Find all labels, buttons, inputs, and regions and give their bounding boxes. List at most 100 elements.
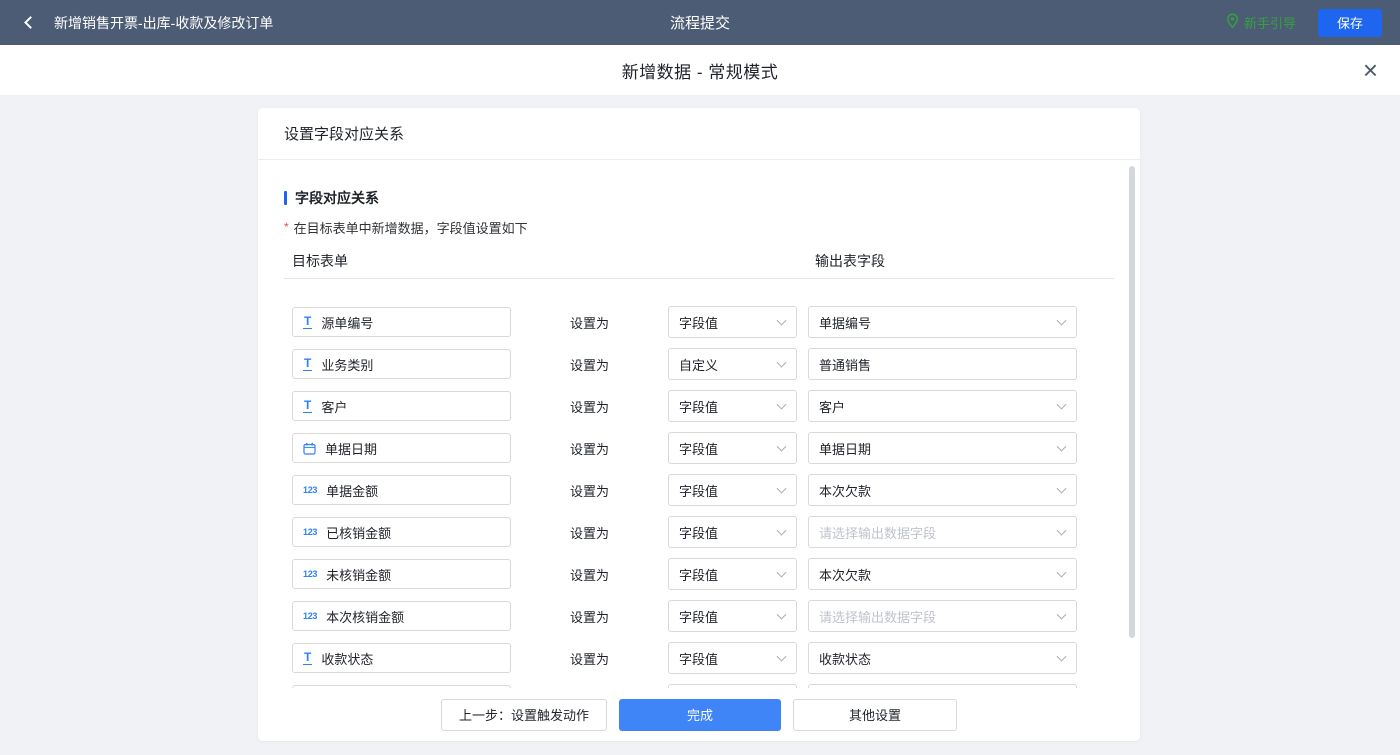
- target-field-label: 未核销金额: [326, 565, 391, 584]
- output-field-select[interactable]: 请选择输出数据字段: [808, 600, 1077, 632]
- value-mode-text: 自定义: [679, 355, 718, 374]
- target-field-label: 本次核销金额: [326, 607, 404, 626]
- topbar-right: 新手引导 保存: [1226, 9, 1382, 37]
- text-field-icon: T: [303, 357, 312, 371]
- field-mapping-row: T客户设置为字段值 客户: [292, 391, 1140, 421]
- value-mode-select[interactable]: 字段值: [668, 516, 797, 548]
- value-mode-text: 字段值: [679, 439, 718, 458]
- target-field-box: 123单据金额: [292, 475, 511, 505]
- value-mode-select[interactable]: 自定义: [668, 348, 797, 380]
- output-field-select[interactable]: 单据编号: [808, 306, 1077, 338]
- close-icon[interactable]: ×: [1363, 57, 1378, 83]
- chevron-down-icon: [777, 400, 787, 410]
- modal-header: 新增数据 - 常规模式 ×: [0, 45, 1400, 95]
- value-mode-select[interactable]: 字段值: [668, 558, 797, 590]
- accent-bar: [284, 191, 287, 205]
- output-field-select[interactable]: 客户: [808, 390, 1077, 422]
- chevron-down-icon: [1057, 568, 1067, 578]
- value-mode-text: 字段值: [679, 565, 718, 584]
- set-as-label: 设置为: [511, 565, 668, 584]
- output-field-text: 收款状态: [819, 649, 871, 668]
- text-field-icon: T: [303, 651, 312, 665]
- value-mode-select[interactable]: 字段值: [668, 390, 797, 422]
- beginner-guide-link[interactable]: 新手引导: [1226, 13, 1296, 32]
- value-mode-select[interactable]: 字段值: [668, 474, 797, 506]
- value-mode-text: 字段值: [679, 397, 718, 416]
- location-pin-icon: [1226, 13, 1239, 32]
- value-mode-select[interactable]: 字段值: [668, 432, 797, 464]
- chevron-down-icon: [777, 568, 787, 578]
- column-headers: 目标表单 输出表字段: [258, 251, 1140, 270]
- output-field-text: 请选择输出数据字段: [819, 607, 936, 626]
- output-field-text: 本次欠款: [819, 481, 871, 500]
- value-mode-text: 字段值: [679, 481, 718, 500]
- chevron-down-icon: [1057, 652, 1067, 662]
- set-as-label: 设置为: [511, 481, 668, 500]
- target-field-box: T收款状态: [292, 643, 511, 673]
- value-mode-select[interactable]: [668, 684, 797, 688]
- target-field-label: 业务类别: [321, 355, 373, 374]
- chevron-down-icon: [777, 316, 787, 326]
- chevron-down-icon: [777, 652, 787, 662]
- value-mode-select[interactable]: 字段值: [668, 306, 797, 338]
- value-mode-select[interactable]: 字段值: [668, 642, 797, 674]
- date-field-icon: [303, 442, 316, 455]
- target-field-box: T客户: [292, 391, 511, 421]
- target-field-box: [292, 685, 511, 688]
- value-mode-text: 字段值: [679, 607, 718, 626]
- text-field-icon: T: [303, 315, 312, 329]
- chevron-down-icon: [777, 610, 787, 620]
- card-footer: 上一步：设置触发动作 完成 其他设置: [258, 688, 1140, 741]
- header-divider: [284, 278, 1114, 279]
- field-mapping-row: T收款状态设置为字段值收款状态: [292, 643, 1140, 673]
- chevron-down-icon: [1057, 484, 1067, 494]
- output-field-select[interactable]: 本次欠款: [808, 558, 1077, 590]
- scrollbar-thumb[interactable]: [1129, 166, 1135, 638]
- set-as-label: 设置为: [511, 523, 668, 542]
- value-mode-text: 字段值: [679, 523, 718, 542]
- output-field-text: 单据编号: [819, 313, 871, 332]
- output-field-select[interactable]: 单据日期: [808, 432, 1077, 464]
- field-mapping-row: 123未核销金额设置为字段值本次欠款: [292, 559, 1140, 589]
- done-button[interactable]: 完成: [619, 699, 781, 731]
- number-field-icon: 123: [303, 527, 317, 537]
- output-field-select[interactable]: [808, 684, 1077, 688]
- target-field-box: T源单编号: [292, 307, 511, 337]
- set-as-label: 设置为: [511, 355, 668, 374]
- other-settings-button[interactable]: 其他设置: [793, 699, 957, 731]
- section-title-text: 字段对应关系: [295, 188, 379, 208]
- chevron-down-icon: [777, 358, 787, 368]
- output-field-select[interactable]: 本次欠款: [808, 474, 1077, 506]
- set-as-label: 设置为: [511, 439, 668, 458]
- chevron-down-icon: [777, 526, 787, 536]
- hint-text: 在目标表单中新增数据，字段值设置如下: [294, 218, 528, 237]
- custom-value-text: 普通销售: [819, 355, 871, 374]
- output-field-select[interactable]: 收款状态: [808, 642, 1077, 674]
- save-button[interactable]: 保存: [1318, 9, 1382, 37]
- modal-title: 新增数据 - 常规模式: [622, 58, 779, 83]
- target-field-label: 客户: [321, 397, 347, 416]
- section-title: 字段对应关系: [284, 188, 1140, 208]
- field-mapping-row: T 业务类别 设置为自定义 普通销售: [292, 349, 1140, 379]
- output-field-select[interactable]: 请选择输出数据字段: [808, 516, 1077, 548]
- set-as-label: 设置为: [511, 397, 668, 416]
- target-field-box: T 业务类别: [292, 349, 511, 379]
- rows-container: T源单编号设置为字段值单据编号T业务类别设置为自定义普通销售T客户设置为字段值客…: [258, 307, 1140, 688]
- field-mapping-row: 单据日期 设置为字段值 单据日期: [292, 433, 1140, 463]
- chevron-down-icon: [777, 442, 787, 452]
- guide-label: 新手引导: [1244, 13, 1296, 32]
- column-header-output-fields: 输出表字段: [815, 251, 885, 271]
- topbar-left: 新增销售开票-出库-收款及修改订单: [18, 12, 273, 34]
- value-mode-select[interactable]: 字段值: [668, 600, 797, 632]
- target-field-box: 123本次核销金额: [292, 601, 511, 631]
- previous-step-button[interactable]: 上一步：设置触发动作: [441, 699, 607, 731]
- target-field-label: 单据日期: [325, 439, 377, 458]
- custom-value-input[interactable]: 普通销售: [808, 348, 1077, 380]
- output-field-text: 单据日期: [819, 439, 871, 458]
- value-mode-text: 字段值: [679, 313, 718, 332]
- value-mode-text: 字段值: [679, 649, 718, 668]
- chevron-down-icon: [1057, 610, 1067, 620]
- chevron-down-icon: [1057, 442, 1067, 452]
- target-field-label: 单据金额: [326, 481, 378, 500]
- back-button[interactable]: [18, 12, 40, 34]
